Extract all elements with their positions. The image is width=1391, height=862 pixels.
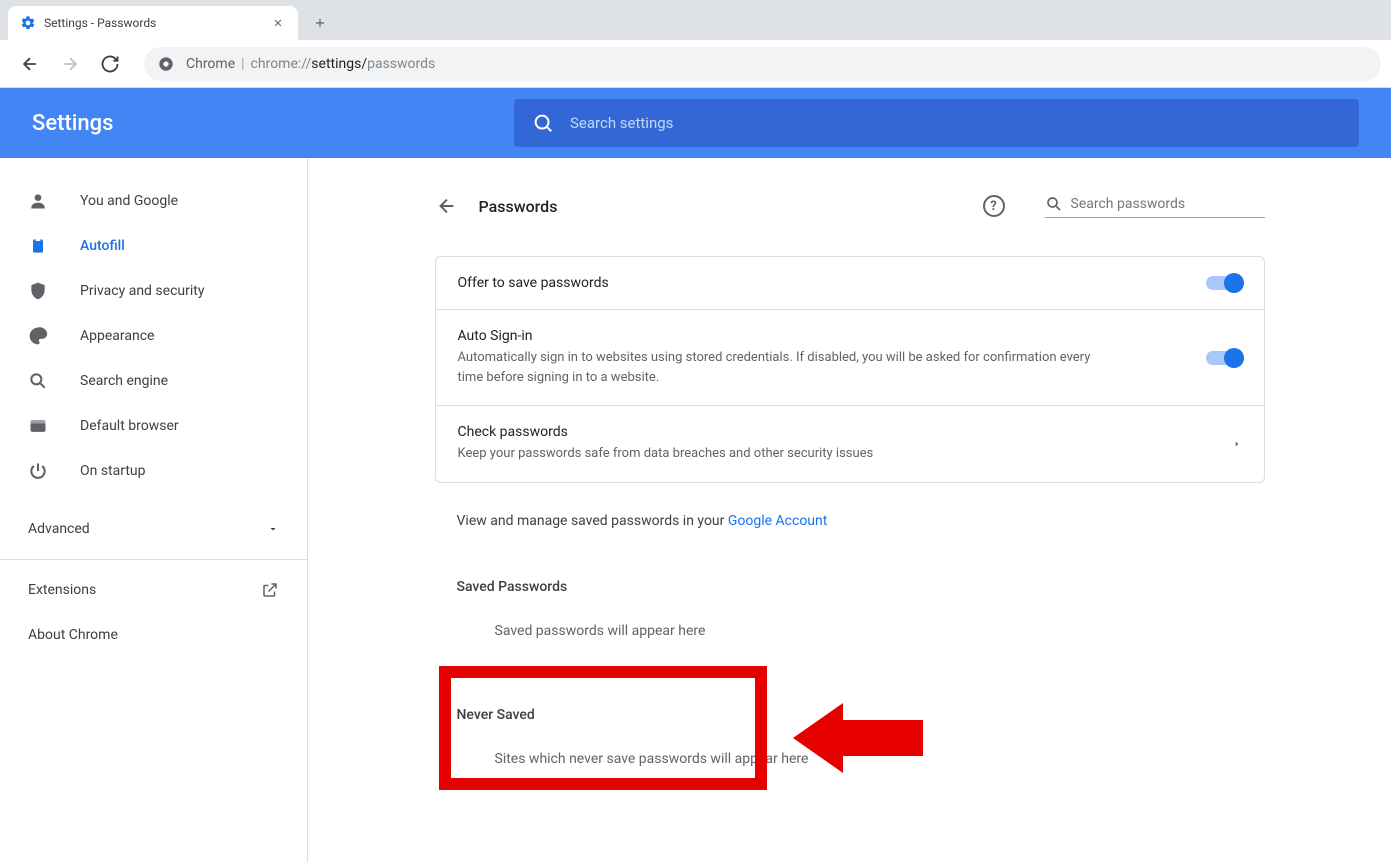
saved-passwords-heading: Saved Passwords — [435, 579, 1265, 595]
tab-strip: Settings - Passwords — [0, 0, 1391, 40]
sidebar-advanced-label: Advanced — [28, 521, 90, 537]
sidebar-item-autofill[interactable]: Autofill — [0, 226, 307, 266]
sidebar-item-appearance[interactable]: Appearance — [0, 316, 307, 356]
row-description: Keep your passwords safe from data breac… — [458, 444, 1118, 464]
password-search-field[interactable] — [1045, 195, 1265, 218]
row-title: Check passwords — [458, 424, 1220, 440]
search-icon — [532, 112, 554, 134]
sidebar-extensions-label: Extensions — [28, 582, 96, 598]
never-saved-section: Never Saved Sites which never save passw… — [435, 707, 1265, 795]
search-icon — [1045, 195, 1063, 213]
row-title: Offer to save passwords — [458, 275, 1206, 291]
address-bar[interactable]: Chrome | chrome://settings/passwords — [144, 47, 1381, 81]
close-icon[interactable] — [270, 15, 286, 31]
sidebar-item-label: Privacy and security — [80, 283, 204, 299]
back-button[interactable] — [14, 48, 46, 80]
browser-tab[interactable]: Settings - Passwords — [8, 6, 298, 40]
google-account-link[interactable]: Google Account — [728, 513, 827, 529]
sidebar-extensions-link[interactable]: Extensions — [0, 570, 307, 610]
sidebar-advanced-toggle[interactable]: Advanced — [0, 509, 307, 549]
sidebar-item-label: You and Google — [80, 193, 178, 209]
never-saved-empty: Sites which never save passwords will ap… — [435, 723, 1265, 795]
sidebar-item-default-browser[interactable]: Default browser — [0, 406, 307, 446]
row-offer-save: Offer to save passwords — [436, 257, 1264, 310]
palette-icon — [28, 326, 48, 346]
browser-icon — [28, 416, 48, 436]
search-icon — [28, 371, 48, 391]
search-settings-input[interactable] — [570, 114, 1341, 132]
power-icon — [28, 461, 48, 481]
sidebar-item-you-and-google[interactable]: You and Google — [0, 181, 307, 221]
saved-passwords-empty: Saved passwords will appear here — [435, 595, 1265, 667]
back-arrow-button[interactable] — [435, 194, 459, 218]
gear-icon — [20, 15, 44, 31]
sidebar-item-label: Default browser — [80, 418, 179, 434]
settings-sidebar: You and Google Autofill Privacy and secu… — [0, 158, 308, 862]
search-settings-field[interactable] — [514, 99, 1359, 147]
clipboard-icon — [28, 236, 48, 256]
settings-title: Settings — [32, 111, 113, 136]
never-saved-heading: Never Saved — [435, 707, 1265, 723]
help-icon[interactable]: ? — [983, 195, 1005, 217]
sidebar-item-label: Appearance — [80, 328, 154, 344]
chevron-right-icon — [1232, 439, 1242, 449]
settings-card: Offer to save passwords Auto Sign-in Aut… — [435, 256, 1265, 483]
external-link-icon — [261, 581, 279, 599]
sidebar-item-search-engine[interactable]: Search engine — [0, 361, 307, 401]
shield-icon — [28, 281, 48, 301]
page-title: Passwords — [479, 197, 963, 216]
reload-button[interactable] — [94, 48, 126, 80]
browser-toolbar: Chrome | chrome://settings/passwords — [0, 40, 1391, 88]
url-scheme: chrome:// — [251, 56, 312, 72]
page-header: Passwords ? — [435, 178, 1265, 234]
person-icon — [28, 191, 48, 211]
sidebar-item-label: On startup — [80, 463, 146, 479]
chevron-down-icon — [267, 523, 279, 535]
row-auto-signin: Auto Sign-in Automatically sign in to we… — [436, 310, 1264, 406]
sidebar-item-label: Search engine — [80, 373, 168, 389]
toggle-offer-save[interactable] — [1206, 276, 1242, 290]
sidebar-about-link[interactable]: About Chrome — [0, 615, 307, 655]
manage-info-text: View and manage saved passwords in your … — [435, 483, 1265, 539]
tab-title: Settings - Passwords — [44, 16, 270, 30]
main-content: Passwords ? Offer to save passwords Auto… — [308, 158, 1391, 862]
sidebar-item-label: Autofill — [80, 238, 125, 254]
saved-passwords-section: Saved Passwords Saved passwords will app… — [435, 579, 1265, 667]
chrome-icon — [158, 56, 186, 72]
toggle-auto-signin[interactable] — [1206, 351, 1242, 365]
omnibox-label: Chrome — [186, 56, 235, 72]
settings-header: Settings — [0, 88, 1391, 158]
sidebar-item-privacy[interactable]: Privacy and security — [0, 271, 307, 311]
row-description: Automatically sign in to websites using … — [458, 348, 1118, 387]
new-tab-button[interactable] — [306, 9, 334, 37]
row-title: Auto Sign-in — [458, 328, 1206, 344]
divider — [0, 559, 307, 560]
row-check-passwords[interactable]: Check passwords Keep your passwords safe… — [436, 406, 1264, 482]
sidebar-item-on-startup[interactable]: On startup — [0, 451, 307, 491]
forward-button[interactable] — [54, 48, 86, 80]
password-search-input[interactable] — [1071, 196, 1265, 212]
sidebar-about-label: About Chrome — [28, 627, 118, 643]
